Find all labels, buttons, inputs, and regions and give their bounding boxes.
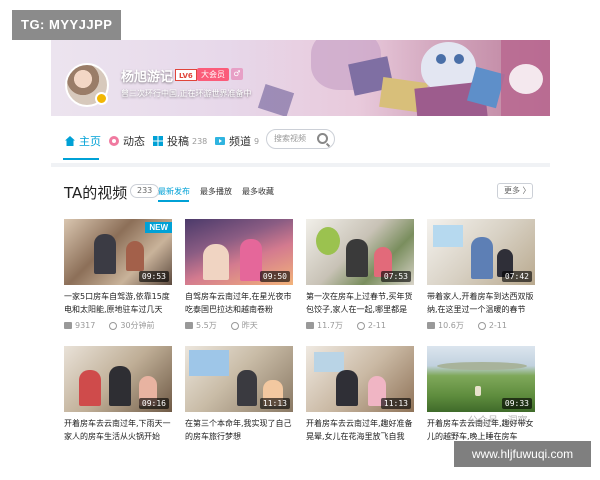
- video-thumbnail[interactable]: 09:33: [427, 346, 535, 412]
- video-title[interactable]: 开着房车去云南过年,下雨天一家人的房车生活从火锅开始: [64, 417, 172, 443]
- tab-channels-count: 9: [254, 136, 260, 146]
- play-count-icon: [185, 322, 193, 329]
- watermark-bottom: www.hljfuwuqi.com: [454, 441, 591, 467]
- search-input[interactable]: 搜索视频: [266, 129, 335, 149]
- play-count-icon: [64, 322, 72, 329]
- video-views: 5.5万: [196, 321, 217, 330]
- video-thumbnail[interactable]: 11:13: [306, 346, 414, 412]
- video-duration: 07:42: [501, 271, 532, 282]
- tab-dynamic-label: 动态: [123, 135, 145, 148]
- sort-most-favorited[interactable]: 最多收藏: [242, 186, 274, 197]
- verified-badge-icon: [95, 92, 108, 105]
- video-time: 2-11: [488, 321, 507, 330]
- video-count-badge: 233: [130, 184, 160, 198]
- video-card[interactable]: NEW 09:53 一家5口房车自驾游,依靠15度电和太阳能,原地驻车过几天 9…: [64, 219, 172, 331]
- video-time: 昨天: [241, 321, 258, 330]
- tab-uploads-count: 238: [192, 136, 208, 146]
- video-views: 9317: [75, 321, 96, 330]
- video-duration: 09:16: [138, 398, 169, 409]
- home-icon: [64, 135, 76, 147]
- video-title[interactable]: 自驾房车云南过年,在星光夜市吃泰国巴拉达和越南卷粉: [185, 290, 293, 316]
- clock-icon: [477, 321, 486, 330]
- tab-home-label: 主页: [79, 135, 101, 148]
- video-views: 10.6万: [438, 321, 464, 330]
- tab-dynamic[interactable]: 动态: [108, 132, 145, 150]
- video-thumbnail[interactable]: 07:42: [427, 219, 535, 285]
- video-title[interactable]: 带着家人,开着房车到达西双版纳,在这里过一个温暖的春节: [427, 290, 535, 316]
- vip-badge: 大会员: [197, 68, 229, 81]
- video-duration: 09:53: [138, 271, 169, 282]
- profile-signature: 曾三次环行中国,正在环游世界准备中: [121, 89, 252, 98]
- play-count-icon: [427, 322, 435, 329]
- tab-uploads-label: 投稿: [167, 135, 189, 148]
- sort-indicator: [158, 200, 189, 202]
- video-meta: 11.7万 2-11: [306, 320, 414, 331]
- section-title: TA的视频: [64, 184, 128, 202]
- username[interactable]: 杨旭游记: [121, 66, 173, 85]
- tab-channels[interactable]: 频道 9: [214, 132, 259, 150]
- sort-latest[interactable]: 最新发布: [158, 186, 190, 197]
- video-thumbnail[interactable]: 11:13: [185, 346, 293, 412]
- video-meta: 9317 30分钟前: [64, 320, 172, 331]
- video-card[interactable]: 09:16 开着房车去云南过年,下雨天一家人的房车生活从火锅开始: [64, 346, 172, 443]
- video-title[interactable]: 在第三个本命年,我实现了自己的房车旅行梦想: [185, 417, 293, 443]
- video-meta: 5.5万 昨天: [185, 320, 293, 331]
- tab-home[interactable]: 主页: [64, 132, 101, 150]
- clock-icon: [230, 321, 239, 330]
- level-badge: LV6: [175, 69, 197, 81]
- video-duration: 11:13: [259, 398, 290, 409]
- search-icon[interactable]: [317, 133, 328, 144]
- watermark-top: TG: MYYJJPP: [12, 10, 121, 40]
- grid-icon: [152, 135, 164, 147]
- page: { "watermark_top": "TG: MYYJJPP", "water…: [0, 0, 600, 480]
- video-title[interactable]: 一家5口房车自驾游,依靠15度电和太阳能,原地驻车过几天: [64, 290, 172, 316]
- video-duration: 07:53: [380, 271, 411, 282]
- search-placeholder: 搜索视频: [274, 134, 306, 143]
- clock-icon: [109, 321, 118, 330]
- gender-icon: ♂: [231, 68, 243, 80]
- flower-icon: [108, 135, 120, 147]
- video-card[interactable]: 09:33 开着房车去云南过年,趣好带女儿的越野车,晚上睡在房车: [427, 346, 535, 443]
- video-thumbnail[interactable]: 09:50: [185, 219, 293, 285]
- video-thumbnail[interactable]: 09:16: [64, 346, 172, 412]
- video-time: 30分钟前: [120, 321, 155, 330]
- video-card[interactable]: 07:53 第一次在房车上过春节,买年货包饺子,家人在一起,哪里都是家 11.7…: [306, 219, 414, 331]
- play-count-icon: [306, 322, 314, 329]
- tab-uploads[interactable]: 投稿 238: [152, 132, 207, 150]
- video-title[interactable]: 开着房车去云南过年,趣好准备晃晕,女儿在花海里放飞自我: [306, 417, 414, 443]
- new-badge: NEW: [145, 222, 172, 233]
- tab-channels-label: 频道: [229, 135, 251, 148]
- active-tab-indicator: [63, 158, 99, 160]
- more-button[interactable]: 更多 〉: [497, 183, 533, 199]
- channel-icon: [214, 135, 226, 147]
- divider: [51, 163, 550, 167]
- video-thumbnail[interactable]: NEW 09:53: [64, 219, 172, 285]
- video-duration: 09:50: [259, 271, 290, 282]
- video-card[interactable]: 11:13 在第三个本命年,我实现了自己的房车旅行梦想: [185, 346, 293, 443]
- video-duration: 09:33: [501, 398, 532, 409]
- video-time: 2-11: [367, 321, 386, 330]
- video-duration: 11:13: [380, 398, 411, 409]
- video-card[interactable]: 11:13 开着房车去云南过年,趣好准备晃晕,女儿在花海里放飞自我: [306, 346, 414, 443]
- video-meta: 10.6万 2-11: [427, 320, 535, 331]
- video-views: 11.7万: [317, 321, 343, 330]
- clock-icon: [356, 321, 365, 330]
- ghost-watermark: 公众号 · 洞察: [468, 416, 528, 427]
- video-card[interactable]: 07:42 带着家人,开着房车到达西双版纳,在这里过一个温暖的春节 10.6万 …: [427, 219, 535, 331]
- sort-most-played[interactable]: 最多播放: [200, 186, 232, 197]
- video-thumbnail[interactable]: 07:53: [306, 219, 414, 285]
- video-title[interactable]: 第一次在房车上过春节,买年货包饺子,家人在一起,哪里都是家: [306, 290, 414, 316]
- video-card[interactable]: 09:50 自驾房车云南过年,在星光夜市吃泰国巴拉达和越南卷粉 5.5万 昨天: [185, 219, 293, 331]
